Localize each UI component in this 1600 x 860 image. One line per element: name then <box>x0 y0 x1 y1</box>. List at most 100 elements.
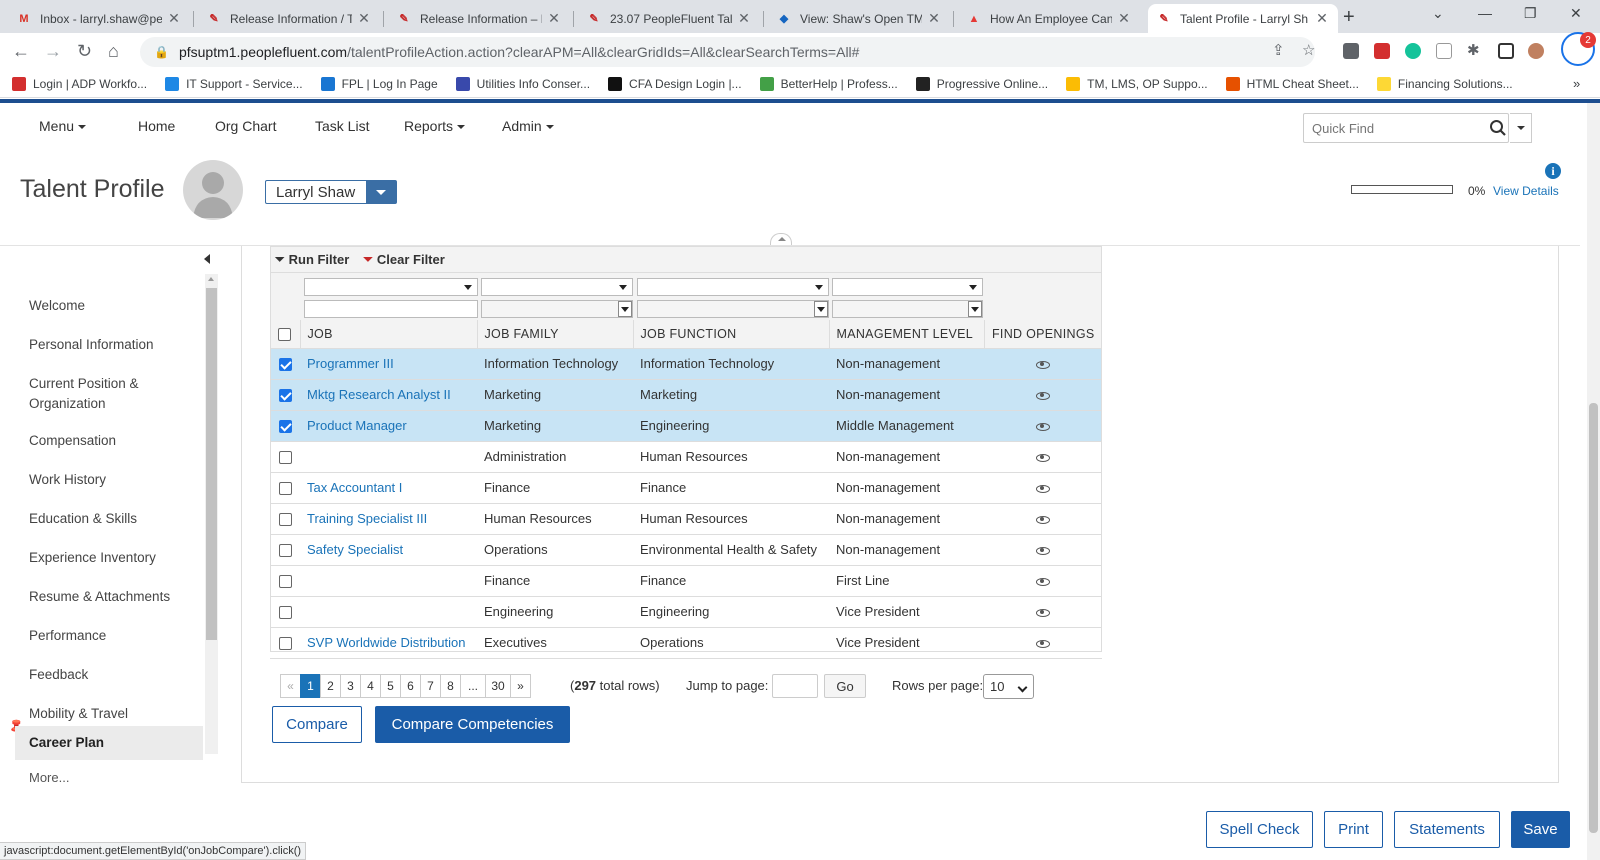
job-family-filter-input[interactable] <box>481 300 633 318</box>
management-level-filter-select[interactable] <box>832 278 983 296</box>
compare-competencies-button[interactable]: Compare Competencies <box>375 706 570 743</box>
find-openings-icon[interactable] <box>1036 577 1050 586</box>
management-level-filter-dropdown[interactable] <box>968 301 982 317</box>
table-row[interactable]: Finance Finance First Line <box>270 565 1102 597</box>
go-button[interactable]: Go <box>824 674 866 698</box>
sidebar-item-compensation[interactable]: Compensation <box>29 431 189 451</box>
puzzle-icon[interactable]: ✱ <box>1467 41 1480 59</box>
job-link[interactable]: Programmer III <box>307 356 394 371</box>
close-tab-icon[interactable]: ✕ <box>926 10 942 27</box>
row-checkbox[interactable] <box>278 606 292 620</box>
sidebar-item-mobility-travel[interactable]: Mobility & Travel <box>29 704 189 724</box>
clear-filter-button[interactable]: ⏷ Clear Filter <box>363 252 445 267</box>
share-icon[interactable]: ⇪ <box>1272 41 1285 59</box>
bookmark-item[interactable]: HTML Cheat Sheet... <box>1225 76 1359 91</box>
run-filter-button[interactable]: ⏷ Run Filter <box>275 252 349 267</box>
close-tab-icon[interactable]: ✕ <box>166 10 182 27</box>
sidebar-item-current-position-organization[interactable]: Current Position & Organization <box>29 374 189 414</box>
page-scroll-thumb[interactable] <box>1589 403 1598 833</box>
restore-icon[interactable]: ❐ <box>1524 5 1537 22</box>
browser-tab[interactable]: ✎ Release Information – P ✕ <box>388 4 570 33</box>
cast-extension-icon[interactable] <box>1436 43 1452 59</box>
job-filter-select[interactable] <box>304 278 478 296</box>
col-job[interactable]: JOB <box>300 320 478 349</box>
nav-menu[interactable]: Menu <box>39 118 87 134</box>
table-row[interactable]: Programmer III Information Technology Info… <box>270 348 1102 380</box>
close-tab-icon[interactable]: ✕ <box>546 10 562 27</box>
management-level-filter-input[interactable] <box>832 300 983 318</box>
acrobat-extension-icon[interactable] <box>1374 43 1390 59</box>
view-details-link[interactable]: View Details <box>1493 184 1559 198</box>
bookmark-item[interactable]: FPL | Log In Page <box>320 76 438 91</box>
page-button[interactable]: 7 <box>420 674 441 698</box>
row-checkbox[interactable] <box>278 451 292 465</box>
page-button[interactable]: 6 <box>400 674 421 698</box>
sidebar-item-education-skills[interactable]: Education & Skills <box>29 509 189 529</box>
info-icon[interactable]: i <box>1545 163 1561 179</box>
sidebar-item-personal-information[interactable]: Personal Information <box>29 335 189 355</box>
page-button[interactable]: 4 <box>360 674 381 698</box>
search-icon[interactable] <box>1488 114 1508 142</box>
job-family-filter-dropdown[interactable] <box>618 301 632 317</box>
row-checkbox[interactable] <box>278 389 292 403</box>
page-button[interactable]: 1 <box>300 674 321 698</box>
job-link[interactable]: Mktg Research Analyst II <box>307 387 451 402</box>
statements-button[interactable]: Statements <box>1394 811 1500 848</box>
spell-check-button[interactable]: Spell Check <box>1206 811 1313 848</box>
bookmark-item[interactable]: Login | ADP Workfo... <box>12 76 147 91</box>
nav-admin[interactable]: Admin <box>502 118 554 134</box>
job-link[interactable]: SVP Worldwide Distribution <box>307 635 465 650</box>
page-button[interactable]: 8 <box>440 674 461 698</box>
browser-tab[interactable]: ▲ How An Employee Can ✕ <box>958 4 1140 33</box>
bookmark-item[interactable]: CFA Design Login |... <box>608 76 742 91</box>
bookmark-item[interactable]: BetterHelp | Profess... <box>759 76 898 91</box>
collapse-header-toggle[interactable] <box>770 233 792 245</box>
row-checkbox[interactable] <box>278 482 292 496</box>
page-button[interactable]: 3 <box>340 674 361 698</box>
forward-icon[interactable]: → <box>44 41 62 62</box>
prev-page-button[interactable]: « <box>280 674 301 698</box>
sidebar-item-experience-inventory[interactable]: Experience Inventory <box>29 548 189 568</box>
sidebar-item-resume-attachments[interactable]: Resume & Attachments <box>29 587 189 607</box>
col-job-function[interactable]: JOB FUNCTION <box>633 320 830 349</box>
sidebar-item-welcome[interactable]: Welcome <box>29 296 189 316</box>
job-function-filter-select[interactable] <box>637 278 829 296</box>
table-row[interactable]: Safety Specialist Operations Environmental… <box>270 534 1102 566</box>
bookmark-item[interactable]: Progressive Online... <box>915 76 1048 91</box>
close-tab-icon[interactable]: ✕ <box>1314 10 1330 27</box>
sidebar-more-link[interactable]: More... <box>29 770 69 785</box>
browser-tab[interactable]: ◆ View: Shaw's Open TM ✕ <box>768 4 950 33</box>
back-icon[interactable]: ← <box>12 41 30 62</box>
sidebar-item-career-plan[interactable]: Career Plan <box>15 726 203 760</box>
bookmark-item[interactable]: Financing Solutions... <box>1376 76 1513 91</box>
job-family-filter-select[interactable] <box>481 278 633 296</box>
bookmark-item[interactable]: Utilities Info Conser... <box>455 76 590 91</box>
save-button[interactable]: Save <box>1511 811 1570 848</box>
table-row[interactable]: Training Specialist III Human Resources Hu… <box>270 503 1102 535</box>
table-row[interactable]: Mktg Research Analyst II Marketing Marketi… <box>270 379 1102 411</box>
find-openings-icon[interactable] <box>1036 546 1050 555</box>
nav-task-list[interactable]: Task List <box>315 118 369 134</box>
address-bar[interactable]: 🔒 pfsuptm1.peoplefluent.com/talentProfil… <box>140 37 1315 67</box>
sidebar-item-work-history[interactable]: Work History <box>29 470 189 490</box>
find-openings-icon[interactable] <box>1036 639 1050 648</box>
print-button[interactable]: Print <box>1324 811 1383 848</box>
close-window-icon[interactable]: ✕ <box>1570 5 1582 22</box>
page-button[interactable]: 2 <box>320 674 341 698</box>
nav-home[interactable]: Home <box>138 118 175 134</box>
grammarly-extension-icon[interactable] <box>1405 43 1421 59</box>
job-link[interactable]: Training Specialist III <box>307 511 427 526</box>
table-row[interactable]: SVP Worldwide Distribution Executives Oper… <box>270 627 1102 659</box>
new-tab-button[interactable]: + <box>1343 6 1355 29</box>
row-checkbox[interactable] <box>278 544 292 558</box>
nav-reports[interactable]: Reports <box>404 118 466 134</box>
row-checkbox[interactable] <box>278 575 292 589</box>
bookmarks-overflow-icon[interactable]: » <box>1573 76 1580 91</box>
jump-to-page-input[interactable] <box>772 674 818 698</box>
minimize-icon[interactable]: — <box>1478 5 1492 21</box>
table-row[interactable]: Engineering Engineering Vice President <box>270 596 1102 628</box>
page-scrollbar[interactable] <box>1587 103 1600 860</box>
close-tab-icon[interactable]: ✕ <box>1116 10 1132 27</box>
sidebar-item-performance[interactable]: Performance <box>29 626 189 646</box>
browser-tab[interactable]: ✎ Release Information / T ✕ <box>198 4 380 33</box>
